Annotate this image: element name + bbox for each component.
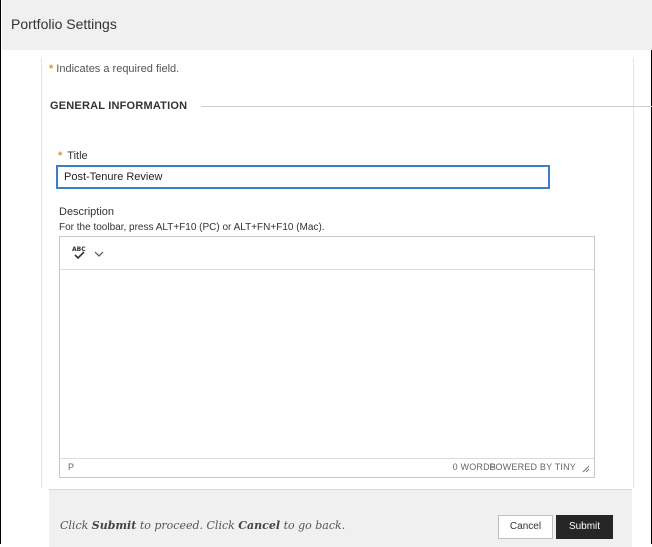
page-frame: Portfolio Settings * Indicates a required… — [0, 0, 652, 547]
resize-handle-icon[interactable] — [581, 464, 590, 473]
required-star-icon: * — [58, 150, 63, 162]
powered-by-link[interactable]: POWERED BY TINY — [489, 462, 576, 472]
footer-msg-prefix: Click — [60, 519, 89, 532]
required-note: * Indicates a required field. — [49, 63, 179, 75]
chevron-down-icon[interactable] — [93, 247, 105, 259]
svg-text:ABC: ABC — [72, 246, 86, 253]
title-bar: Portfolio Settings — [2, 0, 652, 50]
page-title: Portfolio Settings — [11, 16, 117, 32]
footer-message: Click Submit to proceed. Click Cancel to… — [60, 519, 345, 532]
title-label: * Title — [58, 150, 88, 162]
footer-msg-mid: to proceed. Click — [139, 519, 235, 532]
spellcheck-icon[interactable]: ABC — [70, 245, 90, 261]
description-label: Description — [59, 206, 115, 218]
required-star-icon: * — [49, 63, 54, 75]
required-note-text: Indicates a required field. — [56, 63, 180, 75]
cancel-button[interactable]: Cancel — [498, 515, 553, 539]
form-footer: Click Submit to proceed. Click Cancel to… — [49, 489, 632, 547]
footer-msg-submit: Submit — [91, 519, 137, 532]
footer-msg-cancel: Cancel — [238, 519, 281, 532]
submit-button[interactable]: Submit — [556, 515, 613, 539]
footer-msg-suffix: to go back. — [283, 519, 346, 532]
section-divider — [201, 106, 652, 107]
description-toolbar-hint: For the toolbar, press ALT+F10 (PC) or A… — [59, 222, 325, 233]
editor-statusbar: P 0 WORDS POWERED BY TINY — [60, 458, 594, 477]
description-editor: ABC P 0 WORDS POWERED BY TINY — [59, 236, 595, 478]
editor-toolbar: ABC — [60, 237, 594, 270]
section-title: GENERAL INFORMATION — [50, 100, 198, 112]
section-header: GENERAL INFORMATION — [41, 96, 652, 116]
element-path[interactable]: P — [68, 462, 74, 472]
title-label-text: Title — [67, 150, 88, 162]
title-input-value: Post-Tenure Review — [64, 171, 163, 183]
editor-content-area[interactable] — [60, 270, 594, 459]
title-input[interactable]: Post-Tenure Review — [56, 165, 550, 189]
